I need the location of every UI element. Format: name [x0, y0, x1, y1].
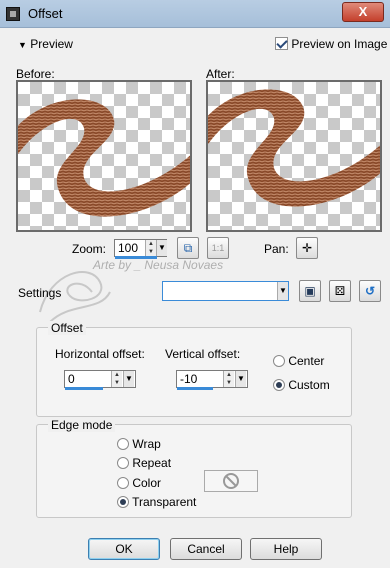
edge-option-wrap[interactable]: Wrap: [117, 437, 161, 451]
zoom-fit-icon: ⧉: [183, 241, 193, 255]
repeat-label: Repeat: [132, 456, 172, 470]
triangle-down-icon: ▼: [18, 40, 27, 50]
spin-down-icon[interactable]: ▼: [112, 379, 122, 387]
before-preview[interactable]: [16, 80, 192, 232]
vertical-offset-bar: [177, 387, 213, 390]
transparent-radio[interactable]: [117, 496, 129, 508]
horizontal-offset-field[interactable]: ▲ ▼ ▼: [64, 370, 136, 390]
spin-up-icon[interactable]: ▲: [146, 240, 156, 248]
preview-on-image[interactable]: Preview on Image: [275, 37, 387, 51]
reset-button[interactable]: ↺: [359, 280, 381, 302]
reset-arrow-icon: ↺: [364, 284, 376, 298]
wrap-radio[interactable]: [117, 438, 129, 450]
after-label: After:: [206, 67, 235, 81]
move-icon: ✛: [301, 241, 313, 255]
custom-label: Custom: [288, 378, 330, 392]
spin-down-icon[interactable]: ▼: [224, 379, 234, 387]
zoom-dropdown-icon[interactable]: ▼: [156, 240, 167, 256]
vertical-offset-label: Vertical offset:: [165, 347, 241, 361]
ok-button[interactable]: OK: [88, 538, 160, 560]
after-preview-image: [208, 89, 380, 207]
horizontal-offset-label: Horizontal offset:: [55, 347, 145, 361]
preview-on-image-checkbox[interactable]: [275, 37, 288, 50]
preview-toggle-label: Preview: [30, 37, 73, 51]
title-bar: Offset X: [0, 0, 390, 28]
settings-dropdown-icon[interactable]: ▼: [277, 282, 288, 300]
offset-option-center[interactable]: Center: [273, 354, 324, 368]
vertical-offset-dropdown-icon[interactable]: ▼: [235, 371, 246, 387]
preview-toggle[interactable]: ▼ Preview: [18, 37, 73, 51]
one-to-one-label: 1:1: [211, 243, 225, 253]
zoom-field[interactable]: ▲ ▼ ▼: [114, 239, 167, 259]
spin-down-icon[interactable]: ▼: [146, 248, 156, 256]
zoom-one-to-one-button[interactable]: 1:1: [207, 237, 229, 259]
zoom-fit-button[interactable]: ⧉: [177, 237, 199, 259]
save-preset-button[interactable]: ▣: [299, 280, 321, 302]
offset-group-title: Offset: [48, 321, 86, 335]
vertical-offset-input[interactable]: [177, 371, 221, 387]
offset-option-custom[interactable]: Custom: [273, 378, 330, 392]
repeat-radio[interactable]: [117, 457, 129, 469]
zoom-stepper[interactable]: ▲ ▼: [145, 240, 156, 256]
after-preview[interactable]: [206, 80, 382, 232]
spin-up-icon[interactable]: ▲: [112, 371, 122, 379]
color-label: Color: [132, 476, 162, 490]
cancel-button[interactable]: Cancel: [170, 538, 242, 560]
edge-option-color[interactable]: Color: [117, 476, 161, 490]
edge-mode-group-title: Edge mode: [48, 418, 116, 432]
edge-option-repeat[interactable]: Repeat: [117, 456, 171, 470]
vertical-offset-stepper[interactable]: ▲ ▼: [223, 371, 234, 387]
app-icon: [6, 7, 20, 21]
dice-icon: ⚄: [334, 284, 346, 298]
dialog-client: ▼ Preview Preview on Image Before: After…: [0, 28, 390, 568]
edge-color-swatch[interactable]: [204, 470, 258, 492]
no-color-icon: [223, 473, 239, 489]
randomize-button[interactable]: ⚄: [329, 280, 351, 302]
help-button[interactable]: Help: [250, 538, 322, 560]
settings-input[interactable]: [163, 282, 275, 300]
settings-select[interactable]: ▼: [162, 281, 289, 301]
pan-button[interactable]: ✛: [296, 237, 318, 259]
custom-radio[interactable]: [273, 379, 285, 391]
window-title: Offset: [28, 6, 63, 21]
wrap-label: Wrap: [132, 437, 161, 451]
horizontal-offset-stepper[interactable]: ▲ ▼: [111, 371, 122, 387]
color-radio[interactable]: [117, 477, 129, 489]
pan-label: Pan:: [264, 242, 289, 256]
center-radio[interactable]: [273, 355, 285, 367]
edge-option-transparent[interactable]: Transparent: [117, 495, 196, 509]
vertical-offset-field[interactable]: ▲ ▼ ▼: [176, 370, 248, 390]
settings-label: Settings: [18, 286, 62, 300]
close-button[interactable]: X: [342, 2, 384, 22]
before-label: Before:: [16, 67, 55, 81]
horizontal-offset-bar: [65, 387, 103, 390]
preview-on-image-label: Preview on Image: [291, 37, 388, 51]
floppy-disk-icon: ▣: [304, 284, 316, 298]
spin-up-icon[interactable]: ▲: [224, 371, 234, 379]
before-preview-image: [18, 99, 190, 217]
horizontal-offset-input[interactable]: [65, 371, 109, 387]
transparent-label: Transparent: [132, 495, 197, 509]
center-label: Center: [288, 354, 325, 368]
horizontal-offset-dropdown-icon[interactable]: ▼: [123, 371, 134, 387]
